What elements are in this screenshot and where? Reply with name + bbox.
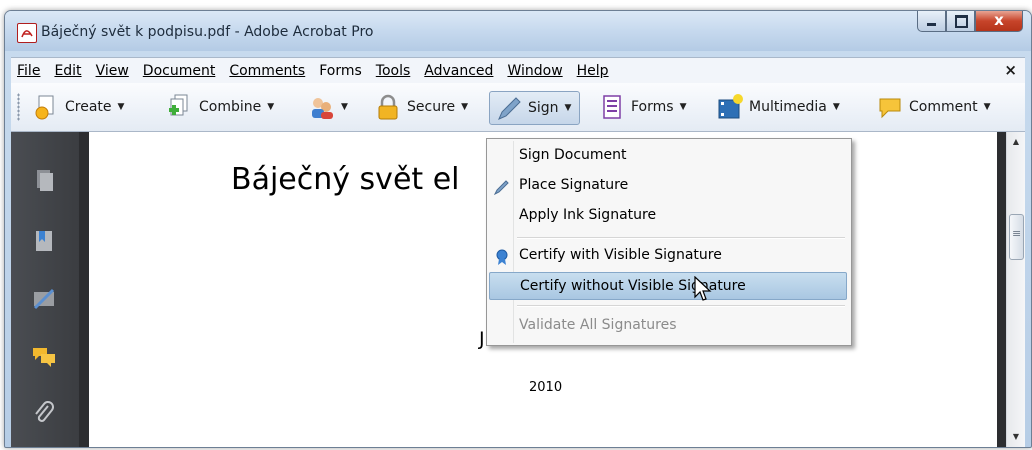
- scroll-thumb[interactable]: [1009, 214, 1024, 260]
- combine-button[interactable]: Combine ▼: [167, 91, 274, 123]
- title-bar[interactable]: Báječný svět k podpisu.pdf - Adobe Acrob…: [5, 11, 1031, 51]
- menu-item-sign-document[interactable]: Sign Document: [489, 141, 847, 169]
- menu-item-label: Sign Document: [519, 147, 627, 163]
- create-icon: [33, 94, 59, 120]
- lock-icon: [375, 94, 401, 120]
- menu-window-label: Window: [507, 62, 563, 79]
- window-title: Báječný svět k podpisu.pdf - Adobe Acrob…: [41, 24, 374, 40]
- navigation-pane: [11, 132, 79, 447]
- document-author-text: J: [479, 328, 485, 350]
- comment-label: Comment: [909, 99, 978, 115]
- menu-forms[interactable]: Forms: [313, 63, 370, 79]
- comments-icon[interactable]: [31, 344, 57, 370]
- toolbar-grip[interactable]: [17, 93, 20, 121]
- pdf-app-icon[interactable]: [17, 23, 37, 43]
- close-button[interactable]: x: [975, 11, 1023, 32]
- menu-view[interactable]: View: [90, 63, 137, 79]
- menu-item-place-signature[interactable]: Place Signature: [489, 171, 847, 199]
- collaborate-button[interactable]: ▼: [309, 91, 348, 123]
- comment-button[interactable]: Comment ▼: [877, 91, 991, 123]
- maximize-button[interactable]: [946, 11, 975, 32]
- forms-button[interactable]: Forms ▼: [599, 91, 686, 123]
- sign-button[interactable]: Sign ▼: [489, 91, 581, 125]
- menu-item-certify-visible[interactable]: Certify with Visible Signature: [489, 241, 847, 269]
- menu-item-label: Certify with Visible Signature: [519, 247, 722, 263]
- menu-item-apply-ink-signature[interactable]: Apply Ink Signature: [489, 201, 847, 229]
- vertical-scrollbar[interactable]: ▲ ▼: [1006, 132, 1025, 447]
- menu-file-label: File: [17, 62, 41, 79]
- multimedia-icon: [717, 94, 743, 120]
- menu-file[interactable]: File: [11, 63, 48, 79]
- menu-window[interactable]: Window: [501, 63, 570, 79]
- menu-help[interactable]: Help: [571, 63, 617, 79]
- left-page-gutter: [79, 132, 89, 447]
- comment-arrow-icon: ▼: [983, 102, 991, 112]
- create-label: Create: [65, 99, 112, 115]
- ribbon-icon: [494, 247, 510, 265]
- forms-arrow-icon: ▼: [679, 102, 687, 112]
- menu-document-label: Document: [142, 62, 216, 79]
- menu-comments[interactable]: Comments: [223, 63, 313, 79]
- menu-edit[interactable]: Edit: [48, 63, 89, 79]
- window-controls: x: [917, 11, 1023, 33]
- attachments-icon[interactable]: [31, 400, 57, 426]
- secure-button[interactable]: Secure ▼: [375, 91, 468, 123]
- menu-comments-label: Comments: [229, 62, 306, 79]
- create-arrow-icon: ▼: [117, 102, 125, 112]
- menu-tools-label: Tools: [375, 62, 411, 79]
- document-title-text: Báječný svět el: [231, 162, 460, 197]
- menu-view-label: View: [95, 62, 129, 79]
- combine-arrow-icon: ▼: [267, 102, 275, 112]
- menu-item-validate-all: Validate All Signatures: [489, 311, 847, 339]
- menu-forms-label: Forms: [319, 62, 362, 79]
- menu-item-label: Validate All Signatures: [519, 317, 677, 333]
- document-year-text: 2010: [529, 380, 563, 395]
- document-close-icon[interactable]: ×: [1004, 61, 1017, 79]
- combine-label: Combine: [199, 99, 262, 115]
- scroll-up-arrow-icon[interactable]: ▲: [1007, 134, 1025, 150]
- bookmarks-icon[interactable]: [31, 228, 57, 254]
- combine-icon: [167, 94, 193, 120]
- multimedia-label: Multimedia: [749, 99, 827, 115]
- collaborate-icon: [309, 94, 335, 120]
- pen-icon: [496, 95, 522, 121]
- multimedia-button[interactable]: Multimedia ▼: [717, 91, 840, 123]
- menu-advanced[interactable]: Advanced: [418, 63, 501, 79]
- comment-icon: [877, 94, 903, 120]
- multimedia-arrow-icon: ▼: [832, 102, 840, 112]
- sign-label: Sign: [528, 100, 559, 116]
- secure-label: Secure: [407, 99, 456, 115]
- collaborate-arrow-icon: ▼: [341, 102, 348, 112]
- pen-icon: [493, 177, 510, 196]
- menu-separator: [517, 305, 845, 307]
- menu-help-label: Help: [576, 62, 609, 79]
- pages-icon[interactable]: [31, 168, 57, 194]
- create-button[interactable]: Create ▼: [33, 91, 124, 123]
- task-toolbar: Create ▼ Combine ▼ ▼ Secure ▼ Sign ▼ For…: [11, 83, 1025, 132]
- menu-item-label: Place Signature: [519, 177, 629, 193]
- signatures-icon[interactable]: [31, 286, 57, 312]
- menu-separator: [517, 237, 845, 239]
- mouse-pointer-icon: [694, 276, 712, 301]
- sign-arrow-icon: ▼: [564, 103, 572, 113]
- scroll-down-arrow-icon[interactable]: ▼: [1007, 429, 1025, 445]
- menu-advanced-label: Advanced: [424, 62, 494, 79]
- form-icon: [599, 94, 625, 120]
- secure-arrow-icon: ▼: [461, 102, 469, 112]
- menu-bar: File Edit View Document Comments Forms T…: [11, 57, 1025, 84]
- menu-edit-label: Edit: [54, 62, 82, 79]
- menu-item-label: Apply Ink Signature: [519, 207, 657, 223]
- menu-item-certify-without-visible[interactable]: Certify without Visible Signature: [489, 272, 847, 300]
- menu-tools[interactable]: Tools: [370, 63, 419, 79]
- sign-dropdown-menu: Sign Document Place Signature Apply Ink …: [486, 138, 852, 346]
- minimize-button[interactable]: [917, 11, 946, 32]
- menu-document[interactable]: Document: [137, 63, 224, 79]
- forms-label: Forms: [631, 99, 674, 115]
